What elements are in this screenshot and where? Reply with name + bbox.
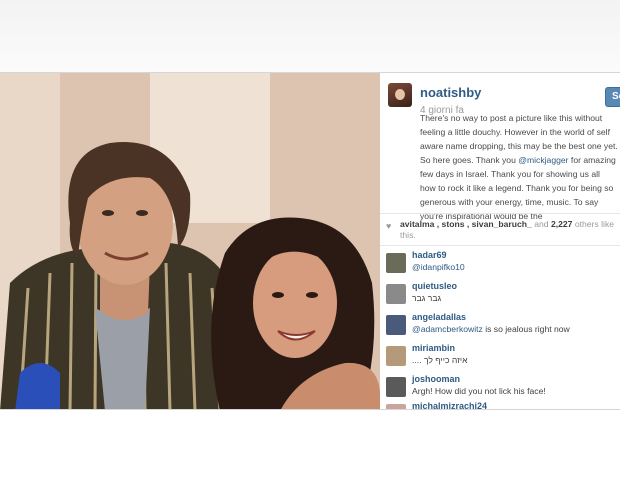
comment-text: Argh! How did you not lick his face!	[412, 386, 546, 396]
comment-text: איזה כייף לך ....	[412, 355, 468, 365]
comment-body: איזה כייף לך ....	[412, 355, 468, 365]
post-details-panel: noatishby 4 giorni fa Segui There's no w…	[380, 73, 620, 409]
likes-count[interactable]: 2,227	[551, 219, 573, 229]
comment-text: גבר גבר	[412, 293, 441, 303]
comment-username[interactable]: joshooman	[412, 374, 460, 384]
comment-username[interactable]: angeladallas	[412, 312, 466, 322]
comment-item: angeladallas @adamcberkowitz is so jealo…	[386, 312, 618, 342]
comment-body: is so jealous right now	[482, 324, 570, 334]
user-avatar[interactable]	[388, 83, 412, 107]
comment-item: michalmizrachi24	[386, 401, 618, 409]
comment-username[interactable]: miriambin	[412, 343, 455, 353]
post-card: noatishby 4 giorni fa Segui There's no w…	[0, 72, 620, 410]
comment-avatar[interactable]	[386, 315, 406, 335]
comment-item: miriambin איזה כייף לך ....	[386, 343, 618, 373]
comment-avatar[interactable]	[386, 253, 406, 273]
comment-username[interactable]: hadar69	[412, 250, 447, 260]
comment-item: hadar69 @idanpifko10	[386, 250, 618, 280]
likes-summary: ♥ avitalma , stons , sivan_baruch_ and 2…	[380, 213, 620, 245]
comment-avatar[interactable]	[386, 346, 406, 366]
caption-mention-link[interactable]: @mickjagger	[518, 155, 568, 165]
post-photo	[0, 73, 380, 409]
comment-text: @adamcberkowitz is so jealous right now	[412, 324, 570, 334]
comment-avatar[interactable]	[386, 284, 406, 304]
heart-icon: ♥	[386, 221, 392, 231]
post-caption: There's no way to post a picture like th…	[420, 111, 618, 223]
comments-list: hadar69 @idanpifko10 quietusleo גבר גבר …	[380, 245, 620, 409]
post-username[interactable]: noatishby	[420, 85, 481, 100]
comment-avatar[interactable]	[386, 377, 406, 397]
comment-avatar[interactable]	[386, 404, 406, 409]
comment-mention[interactable]: @idanpifko10	[412, 262, 465, 272]
comment-body: גבר גבר	[412, 293, 442, 303]
likers-list[interactable]: avitalma , stons , sivan_baruch_	[400, 219, 532, 229]
comment-username[interactable]: michalmizrachi24	[412, 401, 487, 409]
comment-item: joshooman Argh! How did you not lick his…	[386, 374, 618, 404]
follow-button[interactable]: Segui	[605, 87, 620, 107]
comment-item: quietusleo גבר גבר	[386, 281, 618, 311]
likes-and: and	[531, 219, 551, 229]
comment-body: Argh! How did you not lick his face!	[412, 386, 546, 396]
photo-illustration	[0, 73, 380, 409]
comment-username[interactable]: quietusleo	[412, 281, 457, 291]
page-top-background	[0, 0, 620, 72]
comment-text: @idanpifko10	[412, 262, 465, 272]
comment-mention[interactable]: @adamcberkowitz	[412, 324, 483, 334]
